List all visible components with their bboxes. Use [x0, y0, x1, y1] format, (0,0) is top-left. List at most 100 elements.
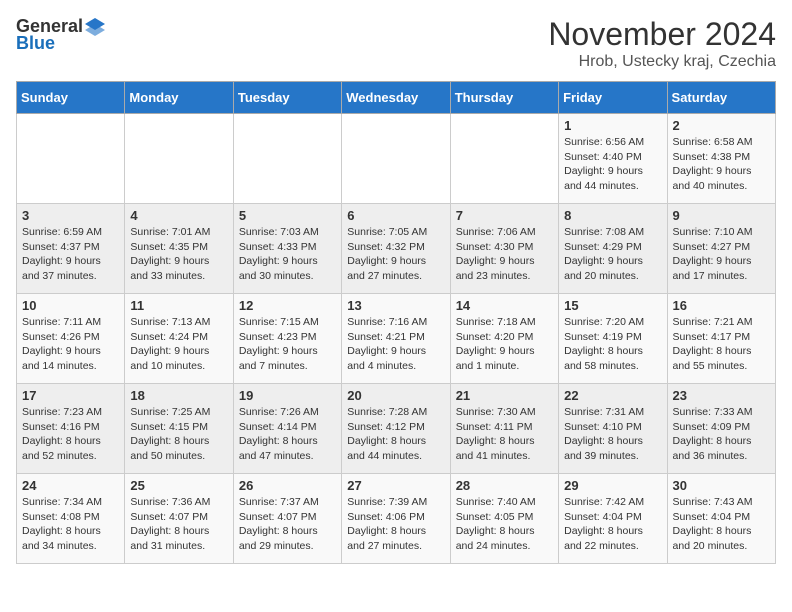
day-info: Sunrise: 7:42 AM Sunset: 4:04 PM Dayligh… — [564, 495, 661, 554]
day-info: Sunrise: 7:31 AM Sunset: 4:10 PM Dayligh… — [564, 405, 661, 464]
day-info: Sunrise: 7:39 AM Sunset: 4:06 PM Dayligh… — [347, 495, 444, 554]
day-info: Sunrise: 7:03 AM Sunset: 4:33 PM Dayligh… — [239, 225, 336, 284]
day-info: Sunrise: 6:59 AM Sunset: 4:37 PM Dayligh… — [22, 225, 119, 284]
calendar-cell: 11Sunrise: 7:13 AM Sunset: 4:24 PM Dayli… — [125, 294, 233, 384]
calendar-cell: 25 Sunrise: 7:36 AM Sunset: 4:07 PM Dayli… — [125, 474, 233, 564]
day-info: Sunrise: 7:11 AM Sunset: 4:26 PM Dayligh… — [22, 315, 119, 374]
weekday-header: Friday — [559, 82, 667, 114]
calendar-cell: 22 Sunrise: 7:31 AM Sunset: 4:10 PM Dayli… — [559, 384, 667, 474]
calendar-cell: 27 Sunrise: 7:39 AM Sunset: 4:06 PM Dayli… — [342, 474, 450, 564]
day-number: 26 — [239, 478, 336, 493]
day-info: Sunrise: 7:43 AM Sunset: 4:04 PM Dayligh… — [673, 495, 770, 554]
calendar-cell: 16 Sunrise: 7:21 AM Sunset: 4:17 PM Dayli… — [667, 294, 775, 384]
calendar-cell: 29 Sunrise: 7:42 AM Sunset: 4:04 PM Dayli… — [559, 474, 667, 564]
calendar-cell: 15Sunrise: 7:20 AM Sunset: 4:19 PM Dayli… — [559, 294, 667, 384]
day-number: 27 — [347, 478, 444, 493]
calendar-cell: 30 Sunrise: 7:43 AM Sunset: 4:04 PM Dayli… — [667, 474, 775, 564]
calendar-cell: 28Sunrise: 7:40 AM Sunset: 4:05 PM Dayli… — [450, 474, 558, 564]
day-info: Sunrise: 7:15 AM Sunset: 4:23 PM Dayligh… — [239, 315, 336, 374]
month-title: November 2024 — [548, 16, 776, 53]
weekday-header: Sunday — [17, 82, 125, 114]
logo-flag-icon — [85, 18, 105, 36]
day-info: Sunrise: 7:06 AM Sunset: 4:30 PM Dayligh… — [456, 225, 553, 284]
day-number: 12 — [239, 298, 336, 313]
day-number: 14 — [456, 298, 553, 313]
day-info: Sunrise: 7:40 AM Sunset: 4:05 PM Dayligh… — [456, 495, 553, 554]
calendar-cell: 6 Sunrise: 7:05 AM Sunset: 4:32 PM Daylig… — [342, 204, 450, 294]
logo: General Blue — [16, 16, 107, 54]
day-info: Sunrise: 6:58 AM Sunset: 4:38 PM Dayligh… — [673, 135, 770, 194]
calendar-cell — [17, 114, 125, 204]
logo-blue-text: Blue — [16, 33, 55, 54]
day-number: 11 — [130, 298, 227, 313]
day-info: Sunrise: 7:08 AM Sunset: 4:29 PM Dayligh… — [564, 225, 661, 284]
weekday-header: Wednesday — [342, 82, 450, 114]
calendar-cell: 20 Sunrise: 7:28 AM Sunset: 4:12 PM Dayli… — [342, 384, 450, 474]
weekday-header: Monday — [125, 82, 233, 114]
calendar-cell: 17 Sunrise: 7:23 AM Sunset: 4:16 PM Dayli… — [17, 384, 125, 474]
calendar-cell: 10 Sunrise: 7:11 AM Sunset: 4:26 PM Dayli… — [17, 294, 125, 384]
day-info: Sunrise: 7:28 AM Sunset: 4:12 PM Dayligh… — [347, 405, 444, 464]
day-number: 3 — [22, 208, 119, 223]
calendar-header-row: SundayMondayTuesdayWednesdayThursdayFrid… — [17, 82, 776, 114]
calendar-cell: 1Sunrise: 6:56 AM Sunset: 4:40 PM Daylig… — [559, 114, 667, 204]
calendar-table: SundayMondayTuesdayWednesdayThursdayFrid… — [16, 81, 776, 564]
day-info: Sunrise: 6:56 AM Sunset: 4:40 PM Dayligh… — [564, 135, 661, 194]
day-number: 13 — [347, 298, 444, 313]
day-number: 4 — [130, 208, 227, 223]
day-number: 16 — [673, 298, 770, 313]
day-number: 19 — [239, 388, 336, 403]
calendar-cell: 13 Sunrise: 7:16 AM Sunset: 4:21 PM Dayli… — [342, 294, 450, 384]
calendar-cell: 2 Sunrise: 6:58 AM Sunset: 4:38 PM Daylig… — [667, 114, 775, 204]
calendar-cell: 23 Sunrise: 7:33 AM Sunset: 4:09 PM Dayli… — [667, 384, 775, 474]
calendar-cell — [450, 114, 558, 204]
day-info: Sunrise: 7:20 AM Sunset: 4:19 PM Dayligh… — [564, 315, 661, 374]
calendar-week-row: 24 Sunrise: 7:34 AM Sunset: 4:08 PM Dayli… — [17, 474, 776, 564]
day-number: 23 — [673, 388, 770, 403]
calendar-cell: 8 Sunrise: 7:08 AM Sunset: 4:29 PM Daylig… — [559, 204, 667, 294]
calendar-cell: 18 Sunrise: 7:25 AM Sunset: 4:15 PM Dayli… — [125, 384, 233, 474]
day-number: 20 — [347, 388, 444, 403]
weekday-header: Tuesday — [233, 82, 341, 114]
calendar-cell: 14Sunrise: 7:18 AM Sunset: 4:20 PM Dayli… — [450, 294, 558, 384]
day-info: Sunrise: 7:23 AM Sunset: 4:16 PM Dayligh… — [22, 405, 119, 464]
day-number: 8 — [564, 208, 661, 223]
calendar-cell: 4 Sunrise: 7:01 AM Sunset: 4:35 PM Daylig… — [125, 204, 233, 294]
calendar-cell: 19Sunrise: 7:26 AM Sunset: 4:14 PM Dayli… — [233, 384, 341, 474]
day-number: 5 — [239, 208, 336, 223]
day-number: 17 — [22, 388, 119, 403]
day-number: 9 — [673, 208, 770, 223]
day-number: 22 — [564, 388, 661, 403]
calendar-week-row: 1Sunrise: 6:56 AM Sunset: 4:40 PM Daylig… — [17, 114, 776, 204]
header: General Blue November 2024 Hrob, Ustecky… — [16, 16, 776, 71]
calendar-cell: 9 Sunrise: 7:10 AM Sunset: 4:27 PM Daylig… — [667, 204, 775, 294]
calendar-cell: 7Sunrise: 7:06 AM Sunset: 4:30 PM Daylig… — [450, 204, 558, 294]
day-info: Sunrise: 7:34 AM Sunset: 4:08 PM Dayligh… — [22, 495, 119, 554]
title-area: November 2024 Hrob, Ustecky kraj, Czechi… — [548, 16, 776, 71]
day-info: Sunrise: 7:36 AM Sunset: 4:07 PM Dayligh… — [130, 495, 227, 554]
day-number: 29 — [564, 478, 661, 493]
day-info: Sunrise: 7:25 AM Sunset: 4:15 PM Dayligh… — [130, 405, 227, 464]
day-number: 30 — [673, 478, 770, 493]
day-number: 18 — [130, 388, 227, 403]
day-number: 10 — [22, 298, 119, 313]
day-info: Sunrise: 7:21 AM Sunset: 4:17 PM Dayligh… — [673, 315, 770, 374]
day-number: 2 — [673, 118, 770, 133]
weekday-header: Saturday — [667, 82, 775, 114]
day-info: Sunrise: 7:30 AM Sunset: 4:11 PM Dayligh… — [456, 405, 553, 464]
day-number: 6 — [347, 208, 444, 223]
calendar-cell: 26Sunrise: 7:37 AM Sunset: 4:07 PM Dayli… — [233, 474, 341, 564]
day-info: Sunrise: 7:01 AM Sunset: 4:35 PM Dayligh… — [130, 225, 227, 284]
day-info: Sunrise: 7:16 AM Sunset: 4:21 PM Dayligh… — [347, 315, 444, 374]
calendar-week-row: 10 Sunrise: 7:11 AM Sunset: 4:26 PM Dayli… — [17, 294, 776, 384]
day-info: Sunrise: 7:05 AM Sunset: 4:32 PM Dayligh… — [347, 225, 444, 284]
day-number: 21 — [456, 388, 553, 403]
location-subtitle: Hrob, Ustecky kraj, Czechia — [548, 53, 776, 71]
day-number: 24 — [22, 478, 119, 493]
calendar-cell: 12 Sunrise: 7:15 AM Sunset: 4:23 PM Dayli… — [233, 294, 341, 384]
day-info: Sunrise: 7:10 AM Sunset: 4:27 PM Dayligh… — [673, 225, 770, 284]
day-number: 25 — [130, 478, 227, 493]
day-info: Sunrise: 7:33 AM Sunset: 4:09 PM Dayligh… — [673, 405, 770, 464]
calendar-cell: 3 Sunrise: 6:59 AM Sunset: 4:37 PM Daylig… — [17, 204, 125, 294]
weekday-header: Thursday — [450, 82, 558, 114]
